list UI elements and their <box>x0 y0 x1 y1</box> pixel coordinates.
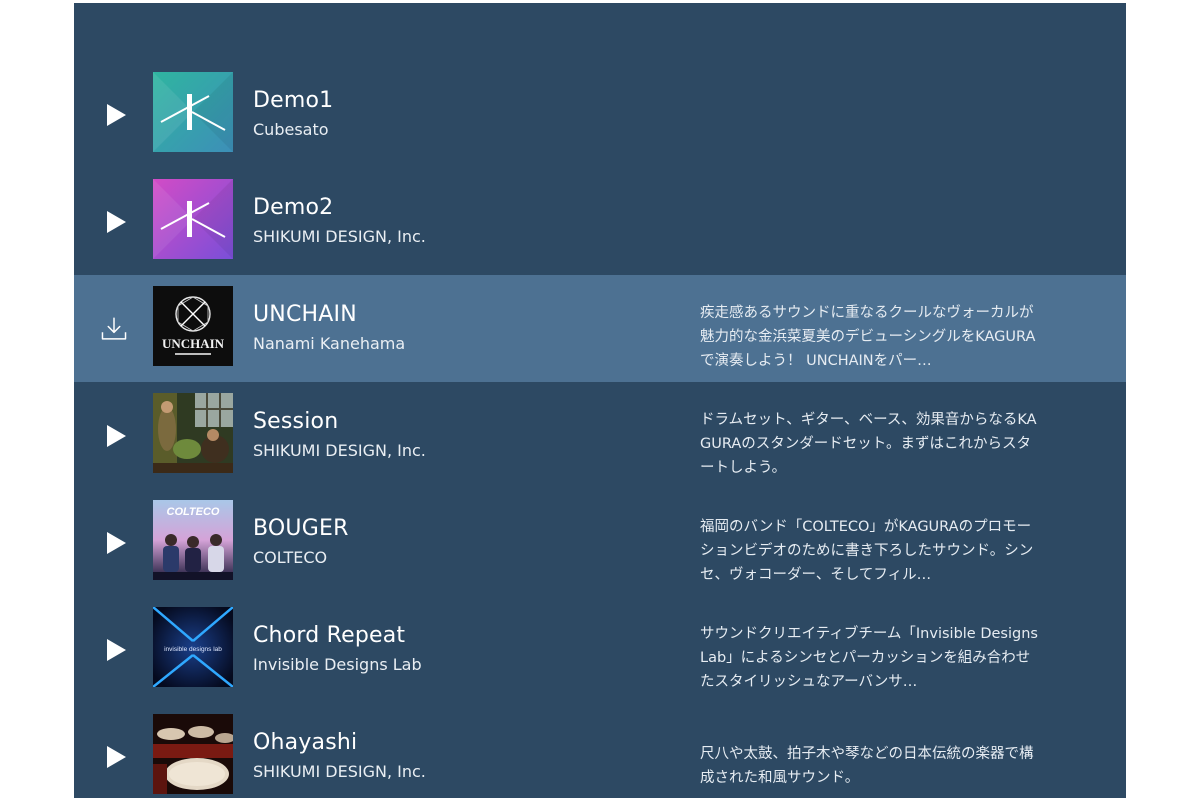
play-button[interactable] <box>100 101 128 129</box>
track-artist: Cubesato <box>253 120 329 139</box>
sound-list-panel: Demo1 Cubesato Demo2 SHIKUMI DESIGN, Inc… <box>74 3 1126 798</box>
album-art-demo1 <box>153 72 233 152</box>
download-icon <box>101 317 127 340</box>
track-row-chord-repeat[interactable]: invisible designs lab Chord Repeat Invis… <box>74 596 1126 703</box>
play-icon <box>106 210 126 233</box>
play-button[interactable] <box>100 743 128 771</box>
track-title: Demo2 <box>253 195 334 220</box>
track-description: 尺八や太鼓、拍子木や琴などの日本伝統の楽器で構成された和風サウンド。 <box>700 746 1034 786</box>
track-row-unchain[interactable]: UNCHAIN UNCHAIN Nanami Kanehama 疾走感あるサウン… <box>74 275 1126 382</box>
album-art-unchain: UNCHAIN <box>153 286 233 366</box>
play-button[interactable] <box>100 208 128 236</box>
track-artist: Invisible Designs Lab <box>253 655 422 674</box>
play-icon <box>106 745 126 768</box>
track-row-demo1[interactable]: Demo1 Cubesato <box>74 61 1126 168</box>
svg-text:COLTECO: COLTECO <box>167 506 220 518</box>
track-list: Demo1 Cubesato Demo2 SHIKUMI DESIGN, Inc… <box>74 61 1126 798</box>
track-description: サウンドクリエイティブチーム「Invisible Designs Lab」による… <box>700 626 1038 690</box>
track-row-session[interactable]: Session SHIKUMI DESIGN, Inc. ドラムセット、ギター、… <box>74 382 1126 489</box>
play-icon <box>106 638 126 661</box>
play-button[interactable] <box>100 636 128 664</box>
track-artist: COLTECO <box>253 548 328 567</box>
track-description: ドラムセット、ギター、ベース、効果音からなるKAGURAのスタンダードセット。ま… <box>700 412 1037 476</box>
track-artist: SHIKUMI DESIGN, Inc. <box>253 441 426 460</box>
track-title: Chord Repeat <box>253 623 406 648</box>
track-row-demo2[interactable]: Demo2 SHIKUMI DESIGN, Inc. <box>74 168 1126 275</box>
track-title: UNCHAIN <box>253 302 357 327</box>
play-icon <box>106 103 126 126</box>
svg-text:UNCHAIN: UNCHAIN <box>162 336 225 351</box>
album-art-demo2 <box>153 179 233 259</box>
svg-text:invisible designs lab: invisible designs lab <box>164 646 222 653</box>
track-title: BOUGER <box>253 516 349 541</box>
download-button[interactable] <box>100 315 128 343</box>
album-art-bouger: COLTECO <box>153 500 233 580</box>
track-description: 疾走感あるサウンドに重なるクールなヴォーカルが魅力的な金浜菜夏美のデビューシング… <box>700 305 1036 369</box>
play-button[interactable] <box>100 422 128 450</box>
play-button[interactable] <box>100 529 128 557</box>
track-row-bouger[interactable]: COLTECO BOUGER COLTECO 福岡のバンド「COLTECO」がK… <box>74 489 1126 596</box>
track-description: 福岡のバンド「COLTECO」がKAGURAのプロモーションビデオのために書き下… <box>700 519 1034 583</box>
track-artist: SHIKUMI DESIGN, Inc. <box>253 762 426 781</box>
track-artist: Nanami Kanehama <box>253 334 406 353</box>
track-title: Demo1 <box>253 88 334 113</box>
track-title: Session <box>253 409 339 434</box>
track-artist: SHIKUMI DESIGN, Inc. <box>253 227 426 246</box>
play-icon <box>106 531 126 554</box>
album-art-ohayashi <box>153 714 233 794</box>
track-title: Ohayashi <box>253 730 358 755</box>
album-art-session <box>153 393 233 473</box>
track-row-ohayashi[interactable]: Ohayashi SHIKUMI DESIGN, Inc. 尺八や太鼓、拍子木や… <box>74 703 1126 798</box>
play-icon <box>106 424 126 447</box>
album-art-chord-repeat: invisible designs lab <box>153 607 233 687</box>
